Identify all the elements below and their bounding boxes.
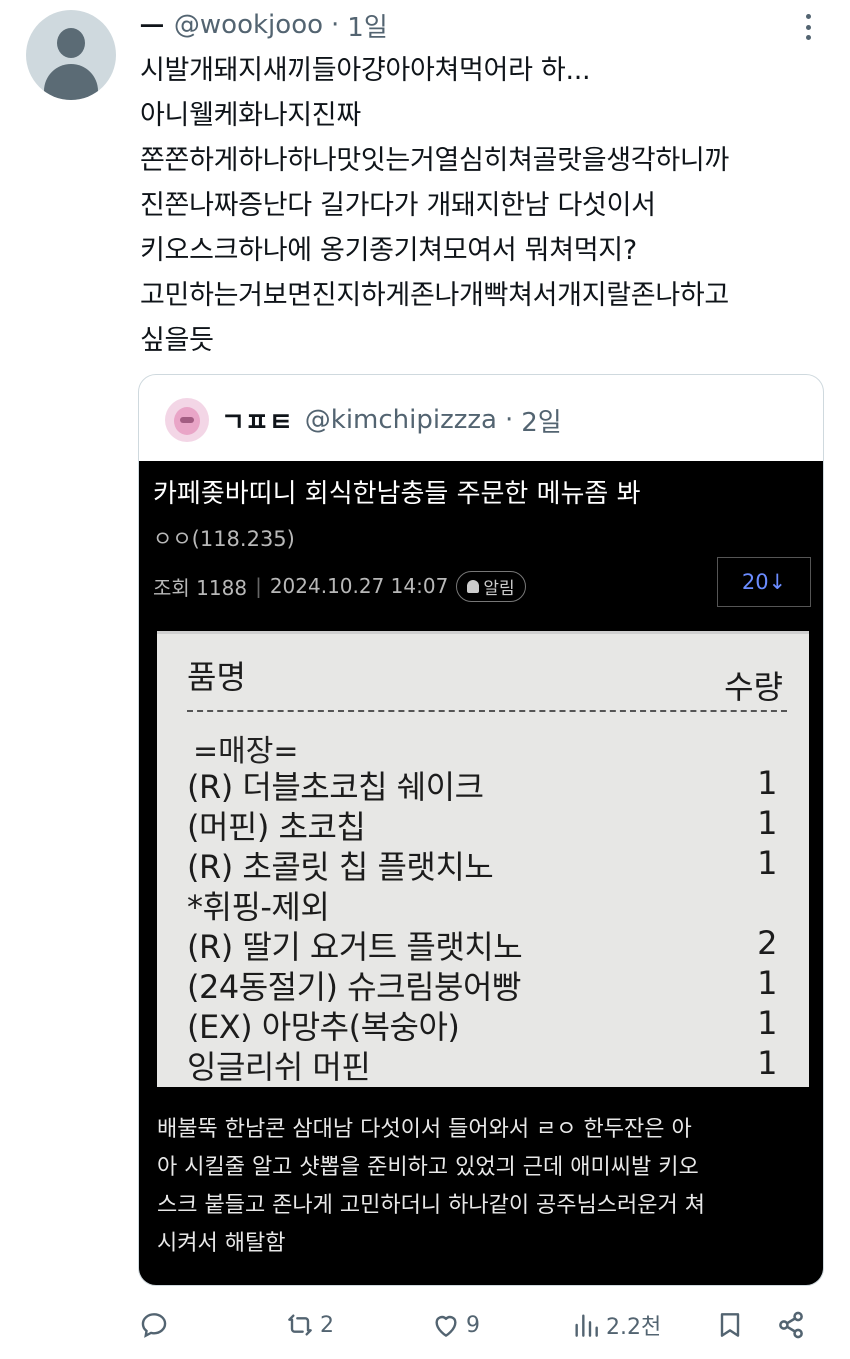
bookmark-button[interactable] bbox=[714, 1308, 750, 1342]
default-avatar-body bbox=[44, 64, 98, 100]
like-count: 9 bbox=[466, 1312, 480, 1338]
quote-avatar bbox=[165, 398, 209, 442]
alarm-label: 알림 bbox=[483, 578, 515, 599]
handle[interactable]: @wookjooo bbox=[174, 10, 323, 40]
receipt-row: (24동절기) 슈크림붕어빵 1 bbox=[187, 962, 783, 1006]
alarm-pill: 알림 bbox=[456, 570, 526, 602]
quote-timestamp: 2일 bbox=[521, 407, 562, 438]
receipt-header: 품명 수량 bbox=[187, 644, 783, 706]
receipt-item-qty: 1 bbox=[757, 764, 777, 802]
views-count: 2.2천 bbox=[606, 1315, 662, 1340]
post-title: 카페좆바띠니 회식한남충들 주문한 메뉴좀 봐 bbox=[153, 479, 641, 509]
quote-handle: @kimchipizzza bbox=[304, 405, 497, 435]
receipt-item-qty: 1 bbox=[757, 1004, 777, 1042]
receipt-col-name: 품명 bbox=[187, 658, 246, 696]
more-options-icon[interactable] bbox=[806, 14, 814, 40]
quoted-tweet[interactable]: ㄱㅍㅌ @kimchipizzza · 2일 카페좆바띠니 회식한남충들 주문한… bbox=[138, 374, 824, 1286]
receipt-item-qty: 1 bbox=[757, 964, 777, 1002]
receipt-row: (EX) 아망추(복숭아) 1 bbox=[187, 1002, 783, 1046]
bookmark-icon bbox=[720, 1313, 740, 1337]
receipt-divider bbox=[187, 710, 787, 712]
views-chart-icon bbox=[575, 1314, 598, 1337]
author-avatar[interactable] bbox=[26, 10, 116, 100]
retweet-icon bbox=[288, 1314, 312, 1336]
receipt-item-qty: 1 bbox=[757, 1044, 777, 1082]
tweet-header: ㅡ @wookjooo · 1일 bbox=[140, 7, 388, 44]
post-date: 2024.10.27 14:07 bbox=[269, 574, 449, 598]
comment-count-box: 20↓ bbox=[717, 557, 811, 607]
divider: | bbox=[255, 574, 262, 598]
reply-button[interactable] bbox=[138, 1308, 174, 1342]
tweet-text: 시발개돼지새끼들아걍아아쳐먹어라 하... 아니웰케화나지진짜 쫀쫀하게하나하나… bbox=[140, 55, 729, 356]
receipt-row: (머핀) 초코칩 1 bbox=[187, 802, 783, 846]
post-body: 배불뚝 한남콘 삼대남 다섯이서 들어와서 ㄹㅇ 한두잔은 아 아 시킬줄 알고… bbox=[157, 1117, 705, 1256]
heart-icon bbox=[435, 1315, 457, 1337]
receipt-row: *휘핑-제외 bbox=[187, 882, 783, 926]
retweet-count: 2 bbox=[320, 1312, 334, 1338]
receipt-item-qty: 1 bbox=[757, 804, 777, 842]
separator-dot: · bbox=[504, 405, 514, 435]
tweet-actions: 2 9 2.2천 bbox=[0, 1300, 850, 1350]
receipt-row: (R) 더블초코칩 쉐이크 1 bbox=[187, 762, 783, 806]
quote-media-image[interactable]: 카페좆바띠니 회식한남충들 주문한 메뉴좀 봐 ㅇㅇ(118.235) 조회 1… bbox=[139, 461, 823, 1285]
retweet-button[interactable]: 2 bbox=[284, 1308, 334, 1342]
post-meta: 조회 1188 | 2024.10.27 14:07 알림 bbox=[153, 569, 526, 603]
timestamp[interactable]: 1일 bbox=[347, 7, 387, 44]
receipt-lines: (R) 더블초코칩 쉐이크 1 (머핀) 초코칩 1 (R) 초콜릿 칩 플랫치노 1… bbox=[187, 762, 783, 1086]
separator-dot: · bbox=[331, 10, 340, 40]
receipt-row: 잉글리쉬 머핀 1 bbox=[187, 1042, 783, 1086]
display-name[interactable]: ㅡ bbox=[140, 7, 164, 44]
views-button[interactable]: 2.2천 bbox=[570, 1308, 661, 1342]
receipt-photo: 품명 수량 =매장= (R) 더블초코칩 쉐이크 1 (머핀) 초코칩 1 (R) … bbox=[157, 631, 809, 1087]
share-button[interactable] bbox=[774, 1308, 812, 1342]
default-avatar-head bbox=[57, 28, 85, 58]
receipt-item-qty: 1 bbox=[757, 844, 777, 882]
reply-icon bbox=[141, 1313, 167, 1338]
share-icon bbox=[779, 1311, 803, 1339]
receipt-item-name: 잉글리쉬 머핀 bbox=[187, 1048, 371, 1086]
bell-icon bbox=[467, 579, 480, 593]
like-button[interactable]: 9 bbox=[430, 1308, 480, 1342]
post-author: ㅇㅇ(118.235) bbox=[153, 527, 295, 551]
quote-display-name: ㄱㅍㅌ bbox=[221, 407, 293, 438]
receipt-item-qty: 2 bbox=[757, 924, 777, 962]
post-views: 조회 1188 bbox=[153, 575, 248, 600]
receipt-row: (R) 초콜릿 칩 플랫치노 1 bbox=[187, 842, 783, 886]
receipt-row: (R) 딸기 요거트 플랫치노 2 bbox=[187, 922, 783, 966]
receipt-col-qty: 수량 bbox=[724, 668, 783, 706]
quote-header: ㄱㅍㅌ @kimchipizzza · 2일 bbox=[165, 397, 562, 443]
